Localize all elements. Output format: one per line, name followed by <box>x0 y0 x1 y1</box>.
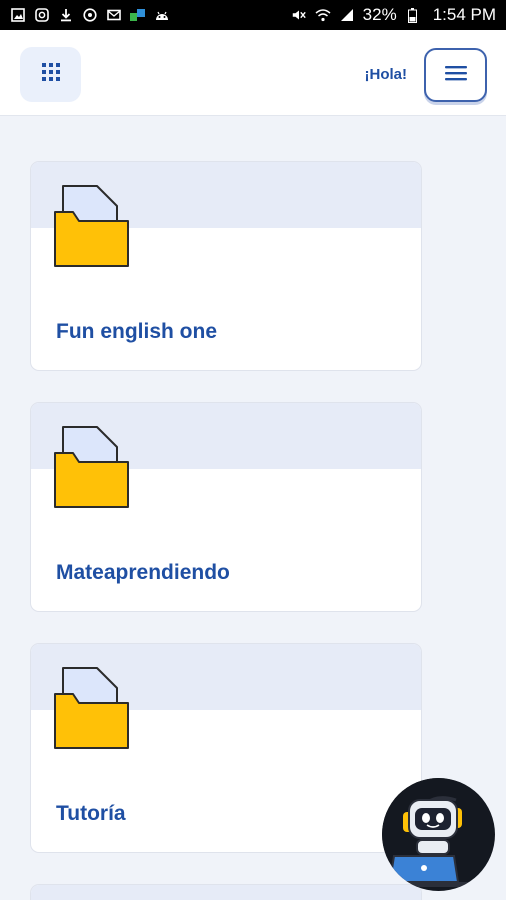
course-card[interactable]: Tutoría <box>30 643 422 853</box>
folder-icon <box>53 666 131 757</box>
status-bar: 32% 1:54 PM <box>0 0 506 30</box>
clock: 1:54 PM <box>432 5 496 24</box>
battery-icon <box>405 7 421 23</box>
folder-icon <box>53 425 131 516</box>
vpn-icon <box>82 7 98 23</box>
card-title: Fun english one <box>56 320 217 343</box>
mail-icon <box>106 7 122 23</box>
hamburger-icon <box>444 64 468 87</box>
android-icon <box>154 7 170 23</box>
folder-icon <box>53 184 131 275</box>
grid-icon <box>41 62 61 87</box>
course-card[interactable]: Mateaprendiendo <box>30 402 422 612</box>
card-title: Mateaprendiendo <box>56 561 230 584</box>
download-icon <box>58 7 74 23</box>
instagram-icon <box>34 7 50 23</box>
signal-icon <box>339 7 355 23</box>
status-right: 32% 1:54 PM <box>291 5 496 25</box>
mute-icon <box>291 7 307 23</box>
apps-button[interactable] <box>20 47 81 102</box>
gallery-icon <box>10 7 26 23</box>
app-header: ¡Hola! <box>0 30 506 116</box>
battery-percent: 32% <box>362 5 397 24</box>
menu-button[interactable] <box>424 48 487 102</box>
card-header-band <box>31 885 421 900</box>
card-title: Tutoría <box>56 802 126 825</box>
status-left <box>10 7 170 23</box>
bot-assistant-button[interactable] <box>382 778 495 891</box>
course-card[interactable] <box>30 884 422 900</box>
course-card[interactable]: Fun english one <box>30 161 422 371</box>
wifi-icon <box>315 7 331 23</box>
greeting-text: ¡Hola! <box>364 66 408 83</box>
app-icon <box>130 7 146 23</box>
